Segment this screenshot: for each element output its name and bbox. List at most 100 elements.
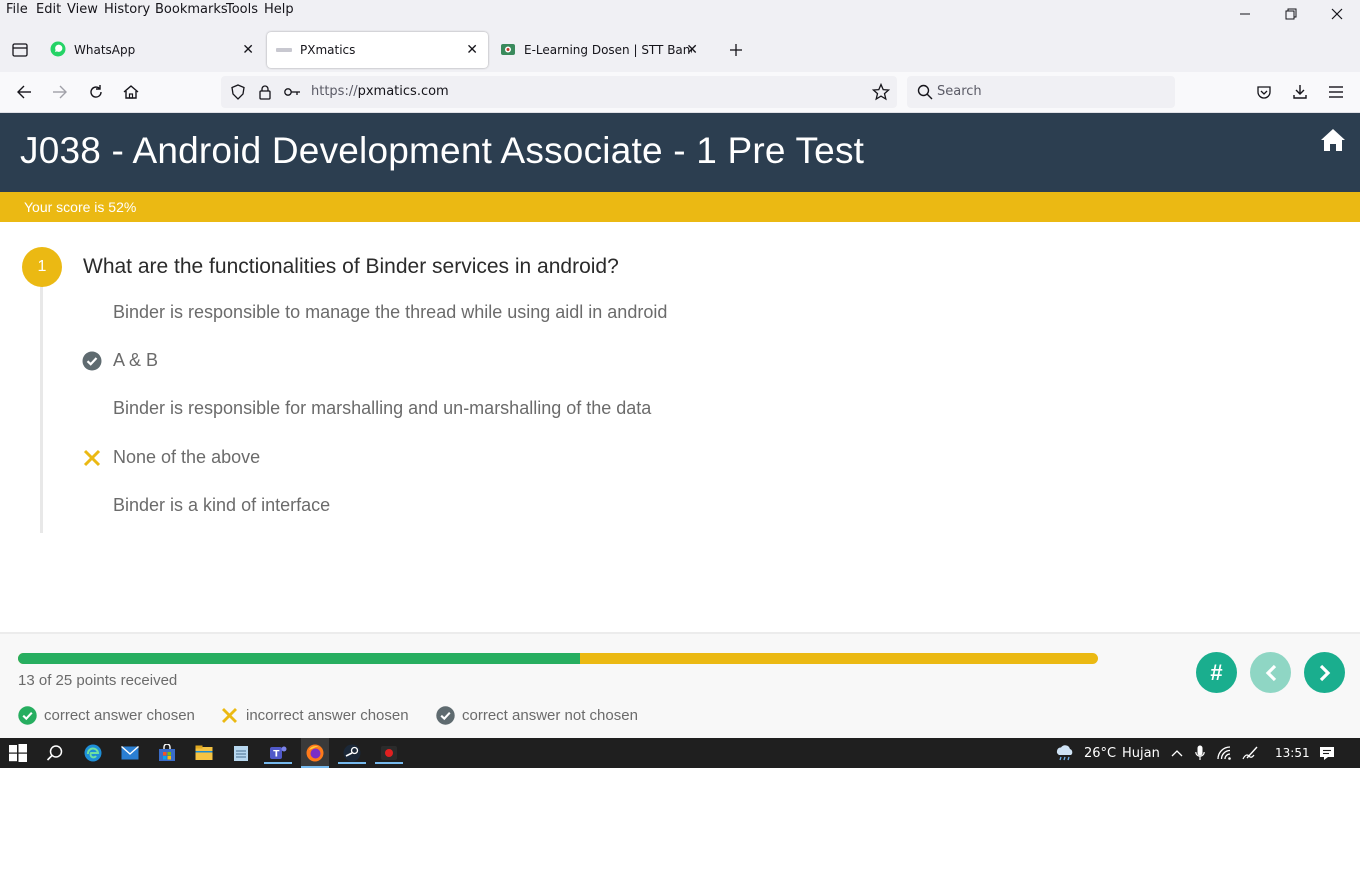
- downloads-icon[interactable]: [1289, 81, 1311, 103]
- weather-condition[interactable]: Hujan: [1122, 746, 1160, 761]
- next-question-button[interactable]: [1304, 652, 1345, 693]
- microphone-icon[interactable]: [1189, 742, 1211, 764]
- incorrect-chosen-icon: [82, 448, 102, 468]
- cross-icon: [220, 706, 239, 725]
- close-tab-icon[interactable]: ✕: [686, 42, 698, 58]
- score-bar: Your score is 52%: [0, 192, 1360, 222]
- teams-icon[interactable]: T: [264, 742, 292, 764]
- back-icon[interactable]: [13, 81, 35, 103]
- legend-label: correct answer not chosen: [462, 707, 638, 724]
- key-icon[interactable]: [281, 81, 303, 103]
- search-icon: [914, 81, 936, 103]
- correct-not-chosen-icon: [82, 351, 102, 371]
- firefox-icon[interactable]: [301, 738, 329, 768]
- pen-icon[interactable]: [1240, 742, 1262, 764]
- points-received-text: 13 of 25 points received: [18, 672, 178, 689]
- menu-edit[interactable]: Edit: [36, 2, 61, 17]
- check-circle-grey-icon: [436, 706, 455, 725]
- lock-icon[interactable]: [254, 81, 276, 103]
- answer-option: Binder is responsible for marshalling an…: [113, 398, 652, 418]
- weather-rain-icon[interactable]: [1053, 742, 1077, 764]
- tab-label: E-Learning Dosen | STT Bandung: [524, 43, 692, 57]
- minimize-icon[interactable]: [1230, 4, 1260, 24]
- restore-icon[interactable]: [1276, 4, 1306, 24]
- wifi-icon[interactable]: [1214, 742, 1236, 764]
- menu-bookmarks[interactable]: Bookmarks: [155, 2, 228, 17]
- legend-label: correct answer chosen: [44, 707, 195, 724]
- active-app-indicator: [301, 766, 329, 768]
- shield-icon[interactable]: [227, 81, 249, 103]
- home-icon[interactable]: [1320, 128, 1346, 152]
- tab-elearning[interactable]: E-Learning Dosen | STT Bandung ✕: [492, 32, 708, 68]
- quiz-header: J038 - Android Development Associate - 1…: [0, 113, 1360, 192]
- home-button-icon[interactable]: [120, 81, 142, 103]
- pxmatics-favicon-icon: [276, 43, 292, 57]
- forward-icon[interactable]: [49, 81, 71, 103]
- new-tab-icon[interactable]: [725, 39, 747, 61]
- close-tab-icon[interactable]: ✕: [466, 42, 478, 58]
- search-input[interactable]: Search: [907, 76, 1175, 108]
- menu-file[interactable]: File: [6, 2, 28, 17]
- previous-question-button[interactable]: [1250, 652, 1291, 693]
- active-app-indicator: [375, 762, 403, 764]
- sidebar-icon[interactable]: [9, 39, 31, 61]
- active-app-indicator: [338, 762, 366, 764]
- question-timeline: [40, 286, 43, 533]
- edge-icon[interactable]: [82, 742, 104, 764]
- answer-option: A & B: [113, 350, 159, 370]
- tab-label: PXmatics: [300, 43, 356, 57]
- url-text: https://pxmatics.com: [311, 84, 449, 99]
- recorder-app-icon[interactable]: [375, 742, 403, 764]
- notepad-icon[interactable]: [230, 742, 252, 764]
- close-window-icon[interactable]: [1322, 4, 1352, 24]
- quiz-footer: 13 of 25 points received correct answer …: [0, 632, 1360, 738]
- chevron-up-icon[interactable]: [1166, 742, 1188, 764]
- question-overview-button[interactable]: #: [1196, 652, 1237, 693]
- bookmark-star-icon[interactable]: [870, 81, 892, 103]
- chevron-left-icon: [1265, 664, 1276, 681]
- weather-temperature[interactable]: 26°C: [1084, 746, 1116, 761]
- menu-view[interactable]: View: [67, 2, 98, 17]
- legend-label: incorrect answer chosen: [246, 707, 409, 724]
- question-number-badge: 1: [22, 247, 62, 287]
- whatsapp-icon: [50, 41, 66, 60]
- clock-time[interactable]: 13:51: [1275, 746, 1310, 760]
- app-menu-icon[interactable]: [1325, 81, 1347, 103]
- answer-option: Binder is responsible to manage the thre…: [113, 302, 668, 322]
- chevron-right-icon: [1319, 664, 1330, 681]
- steam-icon[interactable]: [338, 742, 366, 764]
- taskbar-search-icon[interactable]: [44, 742, 66, 764]
- windows-start-icon[interactable]: [7, 742, 29, 764]
- menu-tools[interactable]: Tools: [226, 2, 258, 17]
- score-text: Your score is 52%: [24, 199, 137, 215]
- url-protocol: https://: [311, 84, 358, 99]
- mail-icon[interactable]: [119, 742, 141, 764]
- tab-pxmatics[interactable]: PXmatics ✕: [267, 32, 488, 68]
- tab-whatsapp[interactable]: WhatsApp ✕: [42, 32, 264, 68]
- close-tab-icon[interactable]: ✕: [242, 42, 254, 58]
- store-icon[interactable]: [156, 742, 178, 764]
- windows-taskbar: T 26°C Hujan 13:51: [0, 738, 1360, 768]
- svg-text:T: T: [273, 750, 280, 760]
- score-progress-bar: [18, 653, 1098, 664]
- navigation-bar: https://pxmatics.com Search: [0, 72, 1360, 113]
- menu-bar: File Edit View History Bookmarks Tools H…: [0, 0, 1360, 28]
- menu-help[interactable]: Help: [264, 2, 294, 17]
- notification-icon[interactable]: [1316, 742, 1338, 764]
- file-explorer-icon[interactable]: [193, 742, 215, 764]
- elearning-favicon-icon: [500, 41, 516, 60]
- answer-option: Binder is a kind of interface: [113, 495, 331, 515]
- active-app-indicator: [264, 762, 292, 764]
- pocket-icon[interactable]: [1253, 81, 1275, 103]
- check-circle-icon: [18, 706, 37, 725]
- page-title: J038 - Android Development Associate - 1…: [20, 130, 865, 171]
- legend-correct-chosen: correct answer chosen: [18, 706, 195, 725]
- search-placeholder: Search: [937, 84, 982, 99]
- legend-correct-not-chosen: correct answer not chosen: [436, 706, 638, 725]
- url-bar[interactable]: https://pxmatics.com: [221, 76, 897, 108]
- menu-history[interactable]: History: [104, 2, 150, 17]
- tab-strip: WhatsApp ✕ PXmatics ✕ E-Learning Dosen |…: [0, 28, 1360, 72]
- url-host: pxmatics.com: [357, 84, 449, 99]
- reload-icon[interactable]: [85, 81, 107, 103]
- tab-label: WhatsApp: [74, 43, 136, 57]
